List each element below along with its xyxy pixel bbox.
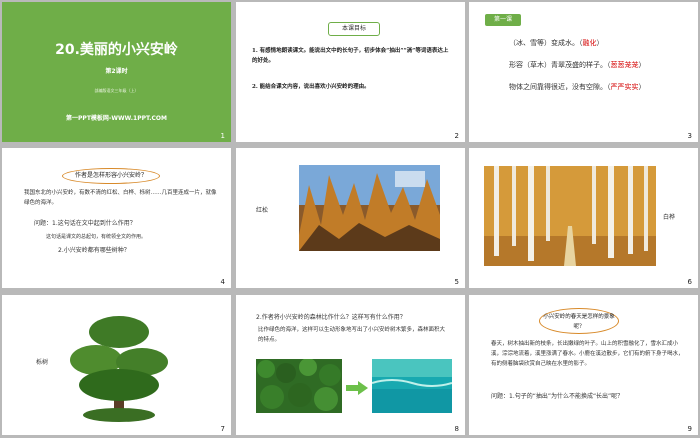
- section-tag: 第一课: [485, 14, 521, 26]
- forest-photo: [256, 359, 342, 413]
- question-text: 2.作者将小兴安岭的森林比作什么？这样写有什么作用？: [256, 314, 406, 321]
- sea-photo: [372, 359, 452, 413]
- goal-item-2: 2. 能结合课文内容，说出喜欢小兴安岭的理由。: [252, 84, 370, 90]
- tree-label: 红松: [256, 207, 269, 214]
- site-footer: 第一PPT模板网-WWW.1PPT.COM: [66, 115, 167, 122]
- answer-1: 这句话是课文的总起句，有统领全文的作用。: [46, 234, 147, 240]
- oak-tree-photo: [66, 310, 172, 422]
- slide-7-thumbnail[interactable]: 栎树 7: [2, 295, 231, 435]
- spring-paragraph: 春天，树木抽出新的枝条，长出嫩绿的叶子。山上的积雪融化了，雪水汇成小溪，淙淙地流…: [491, 341, 684, 367]
- tree-label: 栎树: [36, 359, 49, 366]
- question-1: 问题：1.这句话在文中起到什么作用？: [34, 220, 136, 227]
- tree-label: 白桦: [663, 214, 676, 221]
- slide-1-thumbnail[interactable]: 20.美丽的小兴安岭 第2课时 部编版语文三年级（上） 第一PPT模板网-WWW…: [2, 2, 231, 142]
- slide-number: 3: [687, 132, 692, 140]
- answer-paragraph: 比作绿色的海洋，这样可以生动形象地写出了小兴安岭树木繁多，森林面积大的特点。: [258, 327, 446, 343]
- question-text: 问题：1.句子的“抽出”为什么不能换成“长出”呢？: [491, 393, 624, 400]
- white-birch-photo: [484, 166, 656, 266]
- slide-number: 1: [220, 132, 225, 140]
- slide-6-thumbnail[interactable]: 白桦 6: [469, 148, 698, 288]
- vocab-line-2: 形容（草木）青翠茂盛的样子。（葱葱茏茏）: [509, 61, 646, 69]
- red-pine-photo: [299, 165, 440, 251]
- slide-2-thumbnail[interactable]: 本课目标 1. 有感情地朗读课文。能说出文中的长句子，初步体会“抽出”“淌”等词…: [236, 2, 465, 142]
- question-bubble: 作者是怎样形容小兴安岭？: [62, 168, 160, 184]
- arrow-right-icon: [346, 380, 368, 399]
- question-bubble: 小兴安岭的春天是怎样的景象呢？: [539, 308, 619, 334]
- slide-3-thumbnail[interactable]: 第一课 （冰、雪等）变成水。（融化） 形容（草木）青翠茂盛的样子。（葱葱茏茏） …: [469, 2, 698, 142]
- paragraph-text: 我国东北的小兴安岭，有数不清的红松、白桦、栎树……几百里连成一片，就像绿色的海洋…: [24, 190, 217, 206]
- slide-number: 7: [220, 425, 225, 433]
- slide-4-thumbnail[interactable]: 作者是怎样形容小兴安岭？ 我国东北的小兴安岭，有数不清的红松、白桦、栎树……几百…: [2, 148, 231, 288]
- lesson-subtitle: 第2课时: [105, 68, 128, 75]
- edition-label: 部编版语文三年级（上）: [94, 88, 139, 93]
- slide-5-thumbnail[interactable]: 红松 5: [236, 148, 465, 288]
- slide-9-thumbnail[interactable]: 小兴安岭的春天是怎样的景象呢？ 春天，树木抽出新的枝条，长出嫩绿的叶子。山上的积…: [469, 295, 698, 435]
- slide-number: 2: [454, 132, 459, 140]
- question-2: 2.小兴安岭都有哪些树种？: [58, 247, 130, 254]
- slide-number: 6: [687, 278, 692, 286]
- vocab-line-3: 物体之间靠得很近，没有空隙。（严严实实）: [509, 83, 646, 91]
- slide-number: 8: [454, 425, 459, 433]
- goal-header-box: 本课目标: [328, 22, 380, 36]
- slide-number: 5: [454, 278, 459, 286]
- slide-number: 9: [687, 425, 692, 433]
- slide-number: 4: [220, 278, 225, 286]
- goal-item-1: 1. 有感情地朗读课文。能说出文中的长句子，初步体会“抽出”“淌”等词语表达上的…: [252, 48, 449, 64]
- slide-8-thumbnail[interactable]: 2.作者将小兴安岭的森林比作什么？这样写有什么作用？ 比作绿色的海洋，这样可以生…: [236, 295, 465, 435]
- vocab-line-1: （冰、雪等）变成水。（融化）: [509, 39, 604, 47]
- lesson-title: 20.美丽的小兴安岭: [55, 42, 178, 58]
